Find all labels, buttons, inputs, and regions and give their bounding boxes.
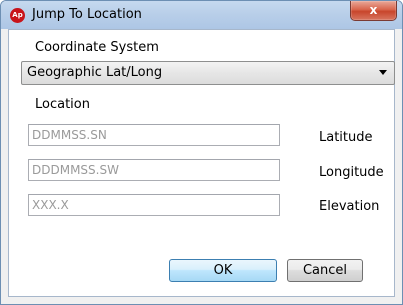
dropdown-arrow-icon (379, 70, 387, 75)
coordinate-system-label: Coordinate System (35, 40, 159, 55)
coordinate-system-dropdown[interactable]: Geographic Lat/Long (21, 61, 395, 85)
coordinate-system-value: Geographic Lat/Long (27, 65, 163, 80)
dialog-title: Jump To Location (32, 7, 142, 22)
title-bar: Ap Jump To Location x (1, 1, 402, 29)
jump-to-location-dialog: Ap Jump To Location x Coordinate System … (0, 0, 403, 305)
elevation-label: Elevation (319, 199, 380, 214)
longitude-label: Longitude (319, 165, 384, 180)
app-logo-icon: Ap (10, 8, 25, 23)
latitude-label: Latitude (319, 130, 373, 145)
latitude-input[interactable] (28, 124, 280, 146)
ok-button[interactable]: OK (169, 259, 277, 282)
close-button[interactable]: x (350, 1, 397, 21)
elevation-input[interactable] (28, 194, 280, 216)
location-label: Location (35, 97, 90, 112)
longitude-input[interactable] (28, 159, 280, 181)
cancel-button[interactable]: Cancel (287, 259, 363, 282)
